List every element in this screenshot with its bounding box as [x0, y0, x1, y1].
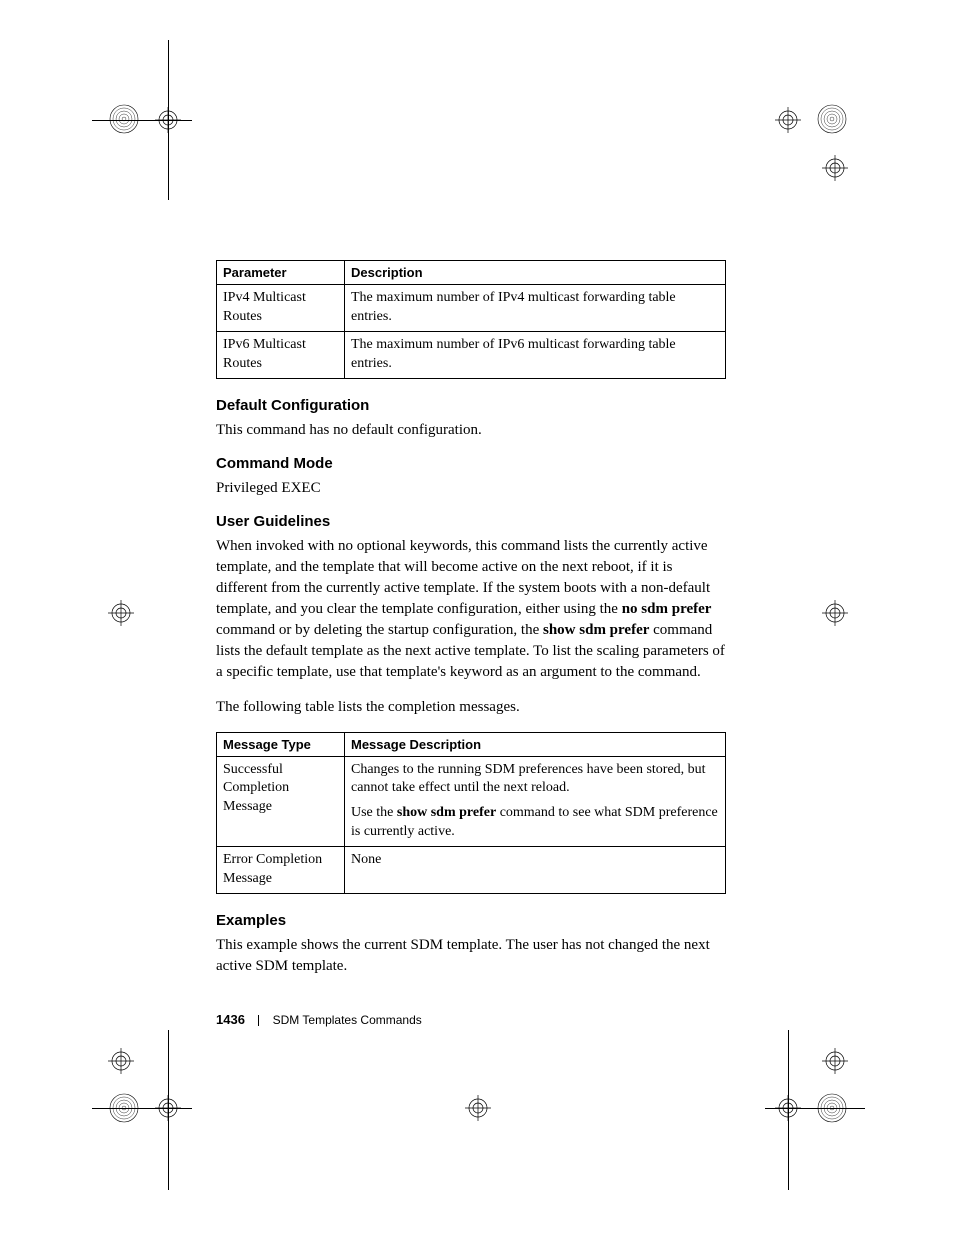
heading-command-mode: Command Mode	[216, 455, 726, 472]
page-content: Parameter Description IPv4 Multicast Rou…	[216, 260, 726, 991]
body-user-guidelines-2: The following table lists the completion…	[216, 697, 726, 718]
rosette-icon	[109, 1093, 139, 1123]
footer-divider	[258, 1015, 259, 1026]
registration-mark-icon	[155, 107, 181, 133]
heading-default-config: Default Configuration	[216, 397, 726, 414]
col-parameter: Parameter	[217, 261, 345, 285]
table-row: IPv4 Multicast Routes The maximum number…	[217, 285, 726, 332]
cell: None	[345, 847, 726, 894]
heading-examples: Examples	[216, 912, 726, 929]
heading-user-guidelines: User Guidelines	[216, 513, 726, 530]
registration-mark-icon	[155, 1095, 181, 1121]
page-number: 1436	[216, 1012, 245, 1027]
cell: The maximum number of IPv4 multicast for…	[345, 285, 726, 332]
registration-mark-icon	[108, 1048, 134, 1074]
body-examples: This example shows the current SDM templ…	[216, 935, 726, 977]
registration-mark-icon	[465, 1095, 491, 1121]
parameter-table: Parameter Description IPv4 Multicast Rou…	[216, 260, 726, 379]
col-description: Description	[345, 261, 726, 285]
page-footer: 1436 SDM Templates Commands	[216, 1012, 422, 1027]
body-default-config: This command has no default configuratio…	[216, 420, 726, 441]
rosette-icon	[817, 104, 847, 134]
cell: IPv4 Multicast Routes	[217, 285, 345, 332]
rosette-icon	[109, 104, 139, 134]
col-msgdesc: Message Description	[345, 732, 726, 756]
registration-mark-icon	[822, 155, 848, 181]
table-header-row: Parameter Description	[217, 261, 726, 285]
registration-mark-icon	[775, 107, 801, 133]
body-user-guidelines-1: When invoked with no optional keywords, …	[216, 536, 726, 683]
cell: Changes to the running SDM preferences h…	[345, 756, 726, 847]
registration-mark-icon	[775, 1095, 801, 1121]
table-header-row: Message Type Message Description	[217, 732, 726, 756]
message-table: Message Type Message Description Success…	[216, 732, 726, 894]
rosette-icon	[817, 1093, 847, 1123]
table-row: Successful Completion Message Changes to…	[217, 756, 726, 847]
cell: Error Completion Message	[217, 847, 345, 894]
cell: Successful Completion Message	[217, 756, 345, 847]
table-row: Error Completion Message None	[217, 847, 726, 894]
footer-section: SDM Templates Commands	[273, 1013, 422, 1027]
cell: The maximum number of IPv6 multicast for…	[345, 331, 726, 378]
table-row: IPv6 Multicast Routes The maximum number…	[217, 331, 726, 378]
registration-mark-icon	[822, 600, 848, 626]
registration-mark-icon	[108, 600, 134, 626]
col-msgtype: Message Type	[217, 732, 345, 756]
registration-mark-icon	[822, 1048, 848, 1074]
cell: IPv6 Multicast Routes	[217, 331, 345, 378]
body-command-mode: Privileged EXEC	[216, 478, 726, 499]
